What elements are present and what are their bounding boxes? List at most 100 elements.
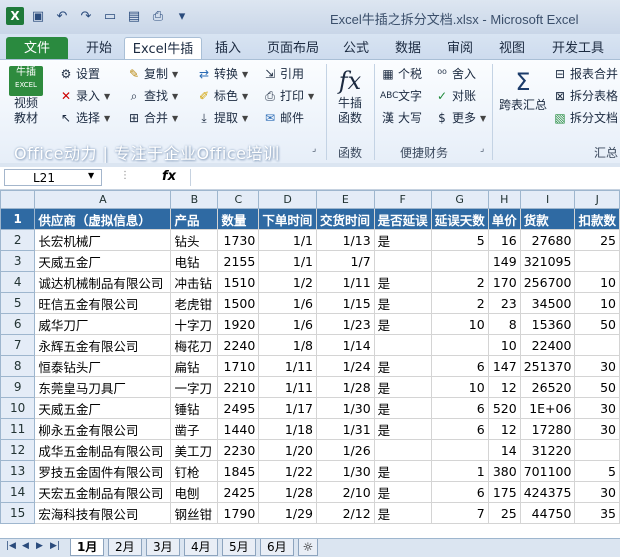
cell[interactable]: 2155 bbox=[217, 250, 260, 272]
header-cell[interactable]: 供应商（虚拟信息） bbox=[34, 208, 172, 230]
row-header[interactable]: 15 bbox=[0, 502, 36, 524]
next-sheet-icon[interactable]: ▶ bbox=[36, 541, 43, 551]
cell[interactable]: 25 bbox=[487, 502, 521, 524]
cell[interactable]: 是 bbox=[373, 502, 432, 524]
insert-sheet-icon[interactable]: ☼ bbox=[298, 539, 318, 556]
sheet-tab-may[interactable]: 5月 bbox=[222, 539, 256, 556]
cell[interactable]: 是 bbox=[373, 397, 432, 419]
cell[interactable]: 1/18 bbox=[258, 418, 317, 440]
cell[interactable]: 1E+06 bbox=[519, 397, 576, 419]
cell[interactable]: 2/10 bbox=[316, 481, 375, 503]
customize-qat-icon[interactable]: ▾ bbox=[172, 6, 192, 26]
cell[interactable]: 电刨 bbox=[170, 481, 219, 503]
cell[interactable]: 256700 bbox=[519, 271, 576, 293]
tab-file[interactable]: 文件 bbox=[6, 37, 68, 60]
cell[interactable]: 1510 bbox=[217, 271, 260, 293]
cell[interactable]: 1/28 bbox=[316, 376, 375, 398]
cell[interactable]: 长宏机械厂 bbox=[34, 229, 172, 251]
cell[interactable]: 2 bbox=[430, 292, 489, 314]
cell[interactable]: 1920 bbox=[217, 313, 260, 335]
cell[interactable]: 东莞皇马刀具厂 bbox=[34, 376, 172, 398]
cell[interactable]: 147 bbox=[487, 355, 521, 377]
cell[interactable]: 16 bbox=[487, 229, 521, 251]
cell[interactable]: 锤钻 bbox=[170, 397, 219, 419]
cell[interactable]: 2 bbox=[430, 271, 489, 293]
select-button[interactable]: ↖ 选择 ▼ bbox=[58, 108, 110, 129]
header-cell[interactable]: 延误天数 bbox=[430, 208, 489, 230]
colorize-button[interactable]: ✐ 标色 ▼ bbox=[196, 86, 248, 107]
row-header[interactable]: 1 bbox=[0, 208, 36, 230]
tab-data[interactable]: 数据 bbox=[388, 37, 428, 60]
sheet-tab-feb[interactable]: 2月 bbox=[108, 539, 142, 556]
cell[interactable]: 1/31 bbox=[316, 418, 375, 440]
cell[interactable]: 是 bbox=[373, 229, 432, 251]
row-header[interactable]: 9 bbox=[0, 376, 36, 398]
row-header[interactable]: 6 bbox=[0, 313, 36, 335]
cell[interactable]: 1/26 bbox=[316, 439, 375, 461]
chevron-down-icon[interactable]: ▼ bbox=[88, 171, 94, 180]
cell[interactable]: 一字刀 bbox=[170, 376, 219, 398]
open-folder-icon[interactable]: ▤ bbox=[124, 6, 144, 26]
cell[interactable]: 30 bbox=[574, 418, 620, 440]
cell[interactable]: 1/29 bbox=[258, 502, 317, 524]
row-header[interactable]: 2 bbox=[0, 229, 36, 251]
redo-icon[interactable]: ↷ bbox=[76, 6, 96, 26]
cell[interactable]: 1/30 bbox=[316, 397, 375, 419]
cell[interactable]: 12 bbox=[487, 376, 521, 398]
print-preview-icon[interactable]: ⎙ bbox=[148, 6, 168, 26]
cell[interactable]: 老虎钳 bbox=[170, 292, 219, 314]
cell[interactable]: 1/6 bbox=[258, 313, 317, 335]
cell[interactable]: 柳永五金有限公司 bbox=[34, 418, 172, 440]
cell[interactable]: 321095 bbox=[519, 250, 576, 272]
cell[interactable]: 是 bbox=[373, 376, 432, 398]
column-header[interactable]: C bbox=[217, 190, 260, 209]
cell[interactable]: 23 bbox=[487, 292, 521, 314]
tab-page-layout[interactable]: 页面布局 bbox=[262, 37, 324, 60]
find-button[interactable]: ⌕ 查找 ▼ bbox=[126, 86, 179, 107]
cell[interactable] bbox=[373, 439, 432, 461]
cell[interactable]: 天威五金厂 bbox=[34, 397, 172, 419]
cell[interactable] bbox=[373, 334, 432, 356]
merge-button[interactable]: ⊞ 合并 ▼ bbox=[126, 108, 178, 129]
cell[interactable]: 天宏五金制品有限公司 bbox=[34, 481, 172, 503]
niucha-function-button[interactable]: fx 牛插 函数 bbox=[330, 66, 370, 126]
cell[interactable]: 1/13 bbox=[316, 229, 375, 251]
round-button[interactable]: ⁰⁰ 舍入 bbox=[434, 64, 476, 85]
worksheet-grid[interactable]: A B C D E F G H I J 1 供应商（虚拟信息） 产品 数量 下单时间 交货时间 是否延误 延误天数… bbox=[0, 190, 620, 538]
cell[interactable]: 扁钻 bbox=[170, 355, 219, 377]
cell[interactable]: 14 bbox=[487, 439, 521, 461]
cell[interactable]: 2/12 bbox=[316, 502, 375, 524]
formula-bar-resize-icon[interactable]: ⋮ bbox=[120, 170, 130, 181]
column-header[interactable]: A bbox=[34, 190, 172, 209]
cell[interactable]: 22400 bbox=[519, 334, 576, 356]
new-file-icon[interactable]: ▭ bbox=[100, 6, 120, 26]
cell[interactable]: 30 bbox=[574, 481, 620, 503]
cell[interactable]: 是 bbox=[373, 481, 432, 503]
cell[interactable]: 1/11 bbox=[258, 355, 317, 377]
split-sheet-button[interactable]: ⊠ 拆分表格 bbox=[552, 86, 618, 107]
header-cell[interactable]: 数量 bbox=[217, 208, 260, 230]
cell[interactable]: 诚达机械制品有限公司 bbox=[34, 271, 172, 293]
cell[interactable]: 26520 bbox=[519, 376, 576, 398]
cell[interactable]: 恒泰钻头厂 bbox=[34, 355, 172, 377]
column-header[interactable]: H bbox=[487, 190, 521, 209]
mail-button[interactable]: ✉ 邮件 bbox=[262, 108, 304, 129]
text-button[interactable]: ABC 文字 bbox=[380, 86, 422, 107]
cell[interactable]: 是 bbox=[373, 355, 432, 377]
header-cell[interactable]: 交货时间 bbox=[316, 208, 375, 230]
report-merge-button[interactable]: ⊟ 报表合并 bbox=[552, 64, 618, 85]
header-cell[interactable]: 是否延误 bbox=[373, 208, 432, 230]
cell[interactable]: 旺信五金有限公司 bbox=[34, 292, 172, 314]
sheet-tab-apr[interactable]: 4月 bbox=[184, 539, 218, 556]
cell[interactable]: 424375 bbox=[519, 481, 576, 503]
cell[interactable]: 50 bbox=[574, 313, 620, 335]
cell[interactable] bbox=[574, 250, 620, 272]
cell[interactable]: 天威五金厂 bbox=[34, 250, 172, 272]
cell[interactable]: 是 bbox=[373, 418, 432, 440]
cell[interactable]: 1 bbox=[430, 460, 489, 482]
cell[interactable]: 钻头 bbox=[170, 229, 219, 251]
cell[interactable]: 50 bbox=[574, 376, 620, 398]
cell[interactable]: 威华刀厂 bbox=[34, 313, 172, 335]
column-header[interactable]: D bbox=[258, 190, 317, 209]
cell[interactable]: 175 bbox=[487, 481, 521, 503]
